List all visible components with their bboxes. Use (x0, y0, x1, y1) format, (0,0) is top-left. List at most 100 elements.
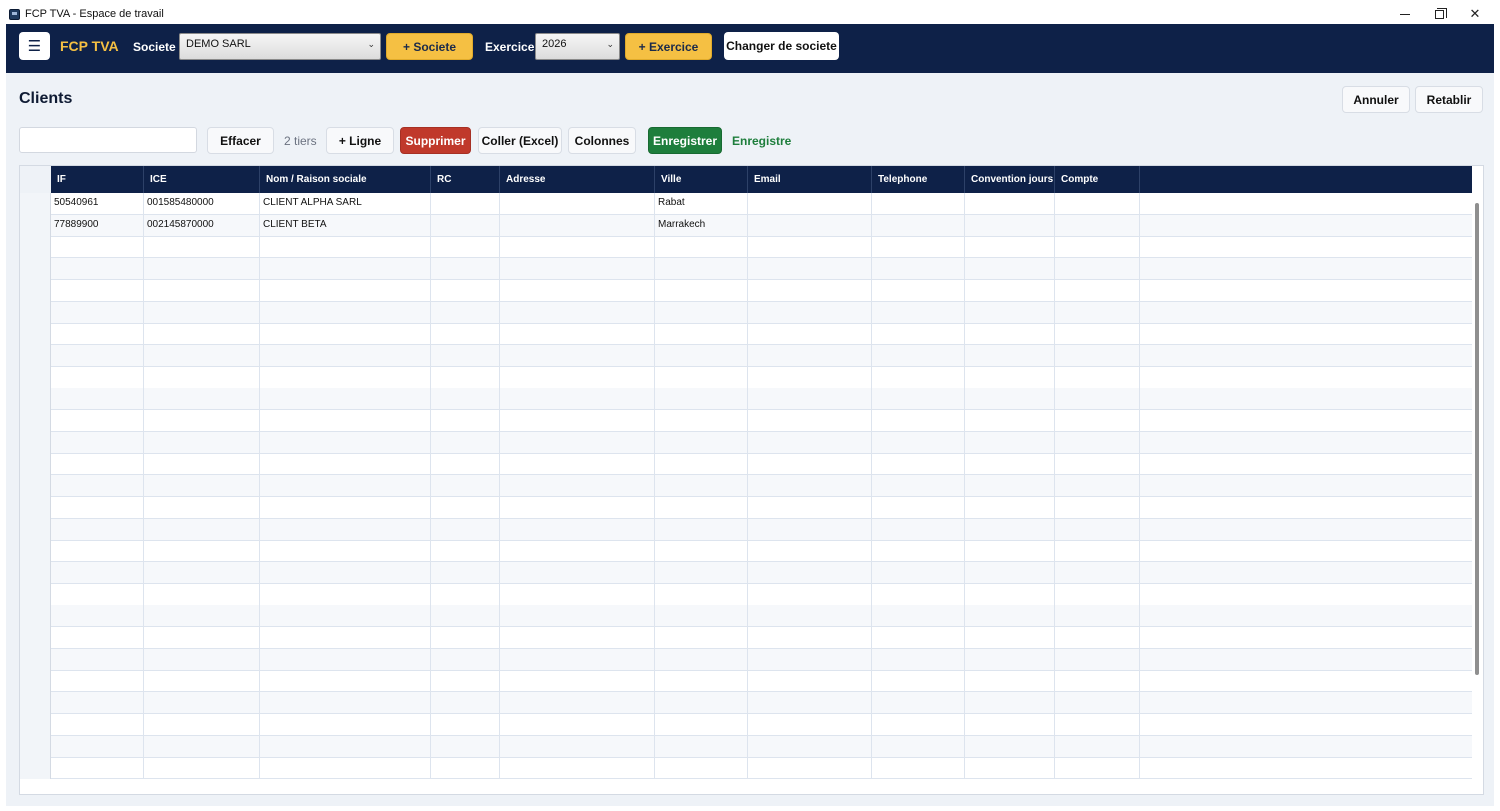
cell-email[interactable] (748, 583, 872, 606)
cell-nom[interactable] (260, 605, 431, 628)
cell-nom[interactable] (260, 410, 431, 432)
cell-compte[interactable] (1055, 496, 1140, 519)
redo-button[interactable]: Retablir (1415, 86, 1483, 113)
cell-rc[interactable] (431, 561, 500, 584)
column-header-email[interactable]: Email (748, 166, 872, 193)
row-header[interactable] (20, 236, 51, 259)
table-row[interactable] (20, 258, 1472, 281)
cell-ice[interactable] (144, 583, 260, 606)
clear-button[interactable]: Effacer (207, 127, 274, 154)
cell-telephone[interactable] (872, 496, 965, 519)
cell-compte[interactable] (1055, 453, 1140, 476)
exercice-select[interactable]: 2026 ⌄ (535, 33, 620, 60)
cell-ville[interactable] (655, 648, 748, 671)
cell-email[interactable] (748, 692, 872, 715)
cell-email[interactable] (748, 670, 872, 693)
column-header-ice[interactable]: ICE (144, 166, 260, 193)
save-button[interactable]: Enregistrer (648, 127, 722, 154)
row-header[interactable] (20, 431, 51, 454)
cell-convention[interactable] (965, 735, 1055, 758)
cell-adresse[interactable] (500, 214, 655, 237)
cell-email[interactable] (748, 757, 872, 780)
cell-telephone[interactable] (872, 540, 965, 563)
table-row[interactable] (20, 496, 1472, 519)
table-row[interactable] (20, 236, 1472, 259)
cell-email[interactable] (748, 561, 872, 584)
cell-ice[interactable] (144, 735, 260, 758)
cell-email[interactable] (748, 410, 872, 432)
cell-convention[interactable] (965, 193, 1055, 215)
cell-email[interactable] (748, 388, 872, 411)
cell-if[interactable] (51, 757, 144, 780)
cell-nom[interactable] (260, 757, 431, 780)
cell-rc[interactable] (431, 301, 500, 324)
cell-email[interactable] (748, 648, 872, 671)
cell-convention[interactable] (965, 301, 1055, 324)
cell-rc[interactable] (431, 735, 500, 758)
row-header[interactable] (20, 193, 51, 215)
cell-rc[interactable] (431, 279, 500, 302)
paste-excel-button[interactable]: Coller (Excel) (478, 127, 562, 154)
cell-email[interactable] (748, 518, 872, 541)
cell-telephone[interactable] (872, 279, 965, 302)
cell-compte[interactable] (1055, 713, 1140, 736)
row-header[interactable] (20, 605, 51, 628)
cell-if[interactable] (51, 540, 144, 563)
cell-compte[interactable] (1055, 627, 1140, 649)
cell-compte[interactable] (1055, 757, 1140, 780)
cell-if[interactable] (51, 344, 144, 367)
table-row[interactable] (20, 757, 1472, 780)
cell-ville[interactable] (655, 366, 748, 389)
table-row[interactable] (20, 670, 1472, 693)
cell-if[interactable] (51, 605, 144, 628)
cell-ice[interactable] (144, 496, 260, 519)
row-header[interactable] (20, 453, 51, 476)
cell-ville[interactable] (655, 323, 748, 346)
cell-if[interactable] (51, 627, 144, 649)
cell-ice[interactable] (144, 236, 260, 259)
cell-if[interactable]: 50540961 (51, 193, 144, 215)
cell-convention[interactable] (965, 627, 1055, 649)
table-row[interactable] (20, 366, 1472, 389)
cell-compte[interactable] (1055, 323, 1140, 346)
cell-if[interactable] (51, 561, 144, 584)
cell-rc[interactable] (431, 258, 500, 281)
cell-rc[interactable] (431, 670, 500, 693)
cell-rc[interactable] (431, 627, 500, 649)
cell-nom[interactable] (260, 475, 431, 498)
cell-rc[interactable] (431, 236, 500, 259)
cell-if[interactable]: 77889900 (51, 214, 144, 237)
cell-email[interactable] (748, 735, 872, 758)
cell-ice[interactable] (144, 648, 260, 671)
cell-compte[interactable] (1055, 605, 1140, 628)
cell-adresse[interactable] (500, 518, 655, 541)
cell-nom[interactable] (260, 279, 431, 302)
cell-rc[interactable] (431, 431, 500, 454)
cell-convention[interactable] (965, 453, 1055, 476)
cell-adresse[interactable] (500, 301, 655, 324)
cell-nom[interactable] (260, 366, 431, 389)
cell-convention[interactable] (965, 496, 1055, 519)
cell-rc[interactable] (431, 214, 500, 237)
cell-convention[interactable] (965, 648, 1055, 671)
cell-rc[interactable] (431, 713, 500, 736)
cell-telephone[interactable] (872, 214, 965, 237)
cell-adresse[interactable] (500, 323, 655, 346)
row-header[interactable] (20, 301, 51, 324)
cell-email[interactable] (748, 475, 872, 498)
cell-nom[interactable] (260, 323, 431, 346)
cell-nom[interactable] (260, 648, 431, 671)
table-row[interactable] (20, 344, 1472, 367)
cell-compte[interactable] (1055, 561, 1140, 584)
cell-rc[interactable] (431, 692, 500, 715)
cell-if[interactable] (51, 583, 144, 606)
cell-telephone[interactable] (872, 583, 965, 606)
cell-ville[interactable] (655, 713, 748, 736)
cell-if[interactable] (51, 670, 144, 693)
row-header[interactable] (20, 757, 51, 780)
cell-ville[interactable] (655, 475, 748, 498)
cell-ville[interactable] (655, 258, 748, 281)
cell-nom[interactable] (260, 344, 431, 367)
cell-convention[interactable] (965, 670, 1055, 693)
cell-compte[interactable] (1055, 692, 1140, 715)
